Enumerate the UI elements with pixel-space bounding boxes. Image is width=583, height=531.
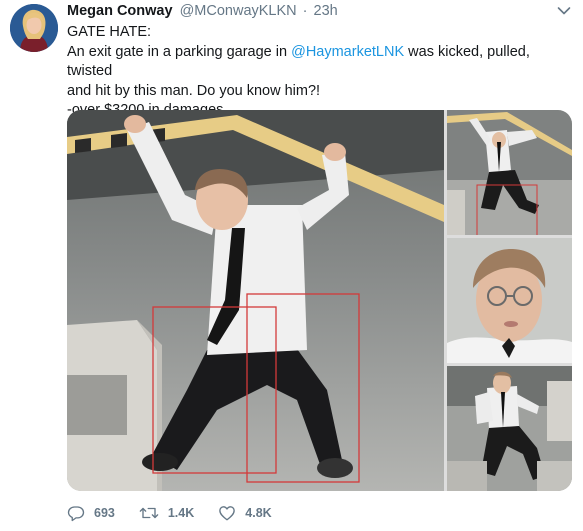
tweet-text-fragment: An exit gate in a parking garage in — [67, 43, 292, 60]
reply-icon — [67, 506, 85, 522]
tweet-text-line: An exit gate in a parking garage in @Hay… — [67, 43, 567, 82]
display-name[interactable]: Megan Conway — [67, 3, 173, 19]
tweet-header: Megan Conway @MConwayKLKN · 23h — [67, 3, 555, 23]
retweet-icon — [139, 507, 159, 519]
retweet-button[interactable]: 1.4K — [139, 504, 194, 522]
tweet[interactable]: Megan Conway @MConwayKLKN · 23h GATE HAT… — [0, 0, 583, 531]
like-count: 4.8K — [245, 506, 272, 520]
face-closeup-photo[interactable] — [447, 238, 572, 363]
chevron-down-icon[interactable] — [557, 6, 571, 16]
like-button[interactable]: 4.8K — [218, 504, 272, 522]
tweet-text-line: and hit by this man. Do you know him?! — [67, 82, 321, 99]
reply-count: 693 — [94, 506, 115, 520]
gate-overhead-photo[interactable] — [447, 110, 572, 235]
tweet-text: GATE HATE: An exit gate in a parking gar… — [67, 23, 567, 121]
main-gate-photo[interactable] — [67, 110, 444, 491]
avatar[interactable] — [10, 4, 58, 52]
media-grid — [67, 110, 572, 491]
separator-dot: · — [302, 3, 308, 19]
retweet-count: 1.4K — [167, 506, 195, 520]
mention-link[interactable]: @HaymarketLNK — [291, 44, 404, 60]
kicking-gate-photo[interactable] — [447, 366, 572, 491]
reply-button[interactable]: 693 — [67, 504, 115, 522]
tweet-text-line: GATE HATE: — [67, 24, 152, 40]
timestamp[interactable]: 23h — [314, 3, 338, 19]
user-handle[interactable]: @MConwayKLKN — [180, 3, 297, 19]
tweet-actions: 693 1.4K 4.8K — [67, 503, 296, 523]
like-icon — [219, 506, 236, 521]
